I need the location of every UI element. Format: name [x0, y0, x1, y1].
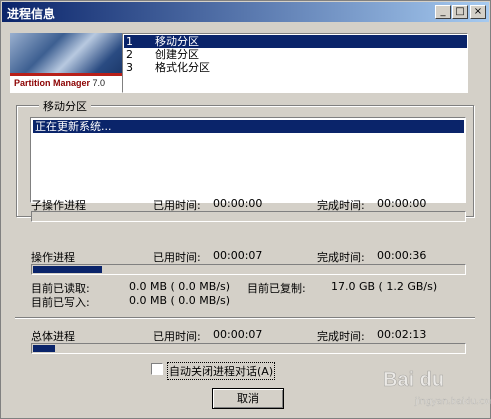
- write-label: 目前已写入:: [31, 296, 90, 309]
- watermark: Bai du jingyan.baidu.com: [379, 365, 491, 415]
- status-log-list[interactable]: 正在更新系统...: [30, 117, 466, 203]
- operation-completion-label: 完成时间:: [317, 251, 365, 264]
- total-completion-label: 完成时间:: [317, 330, 365, 343]
- sub-operation-progress-bar: [31, 211, 466, 222]
- auto-close-label[interactable]: 自动关闭进程对话(A): [167, 362, 276, 380]
- divider: [15, 317, 475, 319]
- logo-prefix: Partition Manager: [14, 78, 91, 88]
- step-label: 格式化分区: [155, 61, 210, 74]
- log-line[interactable]: 正在更新系统...: [33, 120, 464, 133]
- product-banner: Partition Manager 7.0: [10, 33, 122, 93]
- close-button[interactable]: ×: [470, 5, 486, 19]
- total-progress-fill: [33, 345, 55, 352]
- operation-steps-list[interactable]: 1 移动分区 2 创建分区 3 格式化分区: [122, 33, 468, 93]
- group-legend: 移动分区: [39, 98, 91, 114]
- step-number: 3: [126, 61, 133, 74]
- operation-label: 操作进程: [31, 251, 75, 264]
- title-bar[interactable]: 进程信息 _ □ ×: [2, 2, 489, 22]
- sub-completion-value: 00:00:00: [377, 197, 427, 210]
- progress-dialog: 进程信息 _ □ × Partition Manager 7.0 1 移动分区 …: [0, 0, 491, 419]
- operation-completion-value: 00:00:36: [377, 249, 427, 262]
- step-number: 1: [126, 35, 133, 48]
- maximize-button[interactable]: □: [452, 5, 468, 19]
- total-elapsed-label: 已用时间:: [153, 330, 201, 343]
- step-label: 创建分区: [155, 48, 199, 61]
- banner-artwork: [10, 33, 122, 77]
- minimize-button[interactable]: _: [435, 5, 451, 19]
- watermark-url: jingyan.baidu.com: [415, 397, 491, 407]
- step-item[interactable]: 3 格式化分区: [124, 61, 467, 74]
- cancel-button[interactable]: 取消: [212, 388, 284, 409]
- operation-elapsed-value: 00:00:07: [213, 249, 263, 262]
- total-progress-bar: [31, 343, 466, 354]
- window-title: 进程信息: [7, 7, 56, 21]
- operation-progress-fill: [33, 266, 102, 273]
- read-value: 0.0 MB ( 0.0 MB/s): [129, 280, 231, 293]
- step-label: 移动分区: [155, 35, 199, 48]
- step-item[interactable]: 2 创建分区: [124, 48, 467, 61]
- step-item[interactable]: 1 移动分区: [124, 35, 467, 48]
- total-elapsed-value: 00:00:07: [213, 328, 263, 341]
- logo-version: 7.0: [92, 78, 106, 88]
- copied-label: 目前已复制:: [247, 282, 306, 295]
- write-value: 0.0 MB ( 0.0 MB/s): [129, 294, 231, 307]
- total-completion-value: 00:02:13: [377, 328, 427, 341]
- total-label: 总体进程: [31, 330, 75, 343]
- auto-close-checkbox[interactable]: [151, 363, 163, 375]
- operation-progress-bar: [31, 264, 466, 275]
- copied-value: 17.0 GB ( 1.2 GB/s): [331, 280, 438, 293]
- operation-elapsed-label: 已用时间:: [153, 251, 201, 264]
- product-logo: Partition Manager 7.0: [10, 76, 122, 93]
- watermark-logo: Bai du: [383, 369, 445, 392]
- step-number: 2: [126, 48, 133, 61]
- sub-elapsed-value: 00:00:00: [213, 197, 263, 210]
